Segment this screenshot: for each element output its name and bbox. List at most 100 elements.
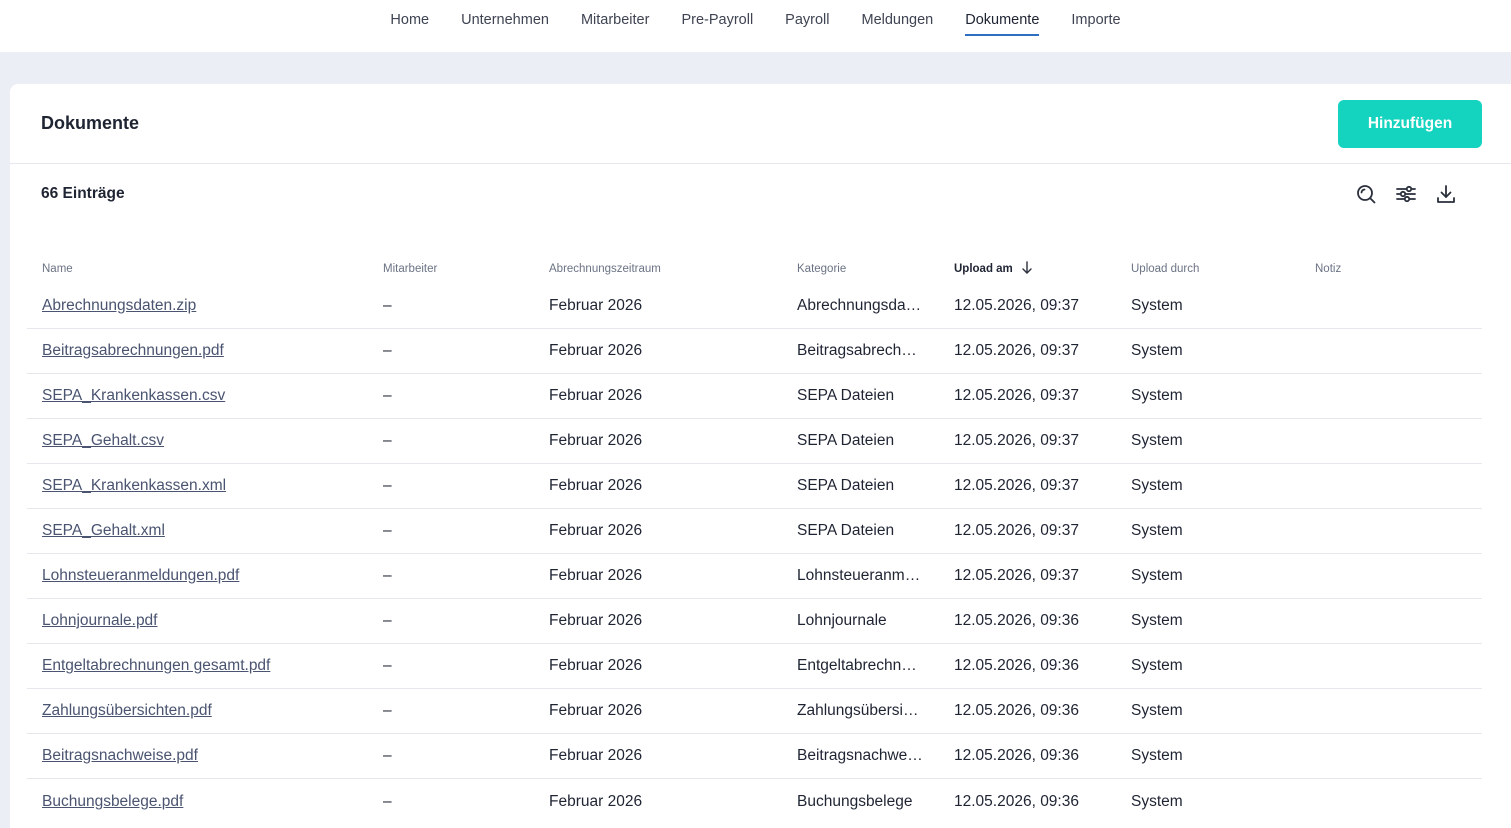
document-link[interactable]: Abrechnungsdaten.zip bbox=[42, 297, 196, 314]
search-icon[interactable] bbox=[1355, 183, 1377, 205]
column-header-abrechnungszeitraum[interactable]: Abrechnungszeitraum bbox=[549, 263, 797, 275]
document-link[interactable]: SEPA_Gehalt.csv bbox=[42, 432, 164, 449]
cell-uploaded-by: System bbox=[1131, 612, 1183, 629]
cell-period: Februar 2026 bbox=[549, 657, 643, 674]
nav-item-importe[interactable]: Importe bbox=[1071, 0, 1120, 52]
table-row[interactable]: Zahlungsübersichten.pdf – Februar 2026 Zahl… bbox=[27, 689, 1482, 734]
cell-employee: – bbox=[383, 657, 392, 674]
filter-sliders-icon[interactable] bbox=[1395, 183, 1417, 205]
document-link[interactable]: SEPA_Gehalt.xml bbox=[42, 522, 165, 539]
cell-period: Februar 2026 bbox=[549, 747, 643, 764]
table-body: Abrechnungsdaten.zip – Februar 2026 Abrechn… bbox=[27, 284, 1482, 824]
column-header-notiz[interactable]: Notiz bbox=[1315, 263, 1482, 275]
cell-uploaded-by: System bbox=[1131, 297, 1183, 314]
column-header-mitarbeiter[interactable]: Mitarbeiter bbox=[381, 263, 549, 275]
cell-uploaded-at: 12.05.2026, 09:37 bbox=[954, 387, 1079, 404]
table-row[interactable]: Beitragsabrechnungen.pdf – Februar 2026 Bei… bbox=[27, 329, 1482, 374]
column-header-upload-durch[interactable]: Upload durch bbox=[1131, 263, 1315, 275]
cell-uploaded-at: 12.05.2026, 09:37 bbox=[954, 567, 1079, 584]
cell-period: Februar 2026 bbox=[549, 432, 643, 449]
cell-uploaded-at: 12.05.2026, 09:36 bbox=[954, 702, 1079, 719]
cell-uploaded-at: 12.05.2026, 09:37 bbox=[954, 297, 1079, 314]
cell-period: Februar 2026 bbox=[549, 342, 643, 359]
cell-employee: – bbox=[383, 792, 392, 810]
nav-item-dokumente[interactable]: Dokumente bbox=[965, 0, 1040, 52]
download-icon[interactable] bbox=[1435, 183, 1457, 205]
table-row[interactable]: Lohnjournale.pdf – Februar 2026 Lohnjournal… bbox=[27, 599, 1482, 644]
cell-employee: – bbox=[383, 702, 392, 719]
document-link[interactable]: Buchungsbelege.pdf bbox=[42, 793, 183, 810]
column-header-label: Mitarbeiter bbox=[383, 263, 438, 275]
cell-uploaded-by: System bbox=[1131, 567, 1183, 584]
nav-items: Home Unternehmen Mitarbeiter Pre-Payroll Pay… bbox=[390, 0, 1121, 52]
nav-item-home[interactable]: Home bbox=[390, 0, 429, 52]
cell-uploaded-at: 12.05.2026, 09:36 bbox=[954, 747, 1079, 764]
cell-uploaded-at: 12.05.2026, 09:37 bbox=[954, 342, 1079, 359]
nav-item-unternehmen[interactable]: Unternehmen bbox=[461, 0, 549, 52]
cell-period: Februar 2026 bbox=[549, 387, 643, 404]
cell-period: Februar 2026 bbox=[549, 522, 643, 539]
cell-category: Lohnjournale bbox=[797, 612, 887, 629]
top-navigation: Home Unternehmen Mitarbeiter Pre-Payroll Pay… bbox=[0, 0, 1511, 52]
column-header-label: Notiz bbox=[1315, 263, 1342, 275]
document-link[interactable]: Lohnsteueranmeldungen.pdf bbox=[42, 567, 239, 584]
cell-name: Beitragsnachweise.pdf bbox=[27, 747, 381, 765]
cell-uploaded-by: System bbox=[1131, 387, 1183, 404]
table-row[interactable]: Buchungsbelege.pdf – Februar 2026 Buchungsb… bbox=[27, 779, 1482, 824]
toolbar-icons bbox=[1355, 183, 1457, 205]
cell-uploaded-by: System bbox=[1131, 342, 1183, 359]
document-link[interactable]: Zahlungsübersichten.pdf bbox=[42, 702, 212, 719]
cell-period: Februar 2026 bbox=[549, 567, 643, 584]
cell-name: Entgeltabrechnungen gesamt.pdf bbox=[27, 657, 381, 675]
add-document-button[interactable]: Hinzufügen bbox=[1338, 99, 1482, 148]
column-header-name[interactable]: Name bbox=[27, 263, 381, 275]
nav-item-payroll[interactable]: Payroll bbox=[785, 0, 829, 52]
document-link[interactable]: Beitragsabrechnungen.pdf bbox=[42, 342, 224, 359]
cell-employee: – bbox=[383, 612, 392, 629]
document-link[interactable]: Beitragsnachweise.pdf bbox=[42, 747, 198, 764]
cell-uploaded-by: System bbox=[1131, 477, 1183, 494]
cell-employee: – bbox=[383, 567, 392, 584]
cell-category: SEPA Dateien bbox=[797, 522, 895, 539]
cell-name: SEPA_Gehalt.xml bbox=[27, 522, 381, 540]
table-row[interactable]: SEPA_Gehalt.xml – Februar 2026 SEPA Dateien… bbox=[27, 509, 1482, 554]
column-header-kategorie[interactable]: Kategorie bbox=[797, 263, 954, 275]
cell-category: Zahlungsübersi… bbox=[797, 702, 919, 719]
sort-arrow-down-icon bbox=[1021, 260, 1033, 278]
cell-period: Februar 2026 bbox=[549, 612, 643, 629]
column-header-label: Kategorie bbox=[797, 263, 847, 275]
cell-category: Lohnsteueranm… bbox=[797, 567, 921, 584]
cell-category: Abrechnungsda… bbox=[797, 297, 922, 314]
cell-name: Abrechnungsdaten.zip bbox=[27, 297, 381, 315]
cell-uploaded-by: System bbox=[1131, 792, 1183, 810]
cell-name: SEPA_Krankenkassen.csv bbox=[27, 387, 381, 405]
cell-employee: – bbox=[383, 297, 392, 314]
document-link[interactable]: Entgeltabrechnungen gesamt.pdf bbox=[42, 657, 270, 674]
cell-employee: – bbox=[383, 342, 392, 359]
document-link[interactable]: SEPA_Krankenkassen.csv bbox=[42, 387, 225, 404]
table-row[interactable]: SEPA_Krankenkassen.csv – Februar 2026 SEPA … bbox=[27, 374, 1482, 419]
column-header-upload-am[interactable]: Upload am bbox=[954, 260, 1131, 278]
cell-period: Februar 2026 bbox=[549, 477, 643, 494]
cell-uploaded-by: System bbox=[1131, 657, 1183, 674]
page-title: Dokumente bbox=[41, 113, 140, 133]
column-header-label: Upload am bbox=[954, 263, 1013, 275]
document-link[interactable]: Lohnjournale.pdf bbox=[42, 612, 158, 629]
table-row[interactable]: SEPA_Gehalt.csv – Februar 2026 SEPA Dateien… bbox=[27, 419, 1482, 464]
table-row[interactable]: Beitragsnachweise.pdf – Februar 2026 Beitra… bbox=[27, 734, 1482, 779]
documents-card: Dokumente Hinzufügen 66 Einträge Name Mi… bbox=[10, 84, 1511, 828]
entry-count: 66 Einträge bbox=[41, 185, 125, 202]
table-row[interactable]: Lohnsteueranmeldungen.pdf – Februar 2026 Lo… bbox=[27, 554, 1482, 599]
table-row[interactable]: SEPA_Krankenkassen.xml – Februar 2026 SEPA … bbox=[27, 464, 1482, 509]
nav-item-meldungen[interactable]: Meldungen bbox=[862, 0, 934, 52]
cell-category: SEPA Dateien bbox=[797, 387, 895, 404]
cell-uploaded-at: 12.05.2026, 09:36 bbox=[954, 612, 1079, 629]
cell-uploaded-at: 12.05.2026, 09:36 bbox=[954, 657, 1079, 674]
nav-item-pre-payroll[interactable]: Pre-Payroll bbox=[681, 0, 753, 52]
nav-item-mitarbeiter[interactable]: Mitarbeiter bbox=[581, 0, 650, 52]
table-row[interactable]: Entgeltabrechnungen gesamt.pdf – Februar 2… bbox=[27, 644, 1482, 689]
document-link[interactable]: SEPA_Krankenkassen.xml bbox=[42, 477, 226, 494]
cell-name: SEPA_Gehalt.csv bbox=[27, 432, 381, 450]
cell-uploaded-by: System bbox=[1131, 702, 1183, 719]
table-row[interactable]: Abrechnungsdaten.zip – Februar 2026 Abrechn… bbox=[27, 284, 1482, 329]
